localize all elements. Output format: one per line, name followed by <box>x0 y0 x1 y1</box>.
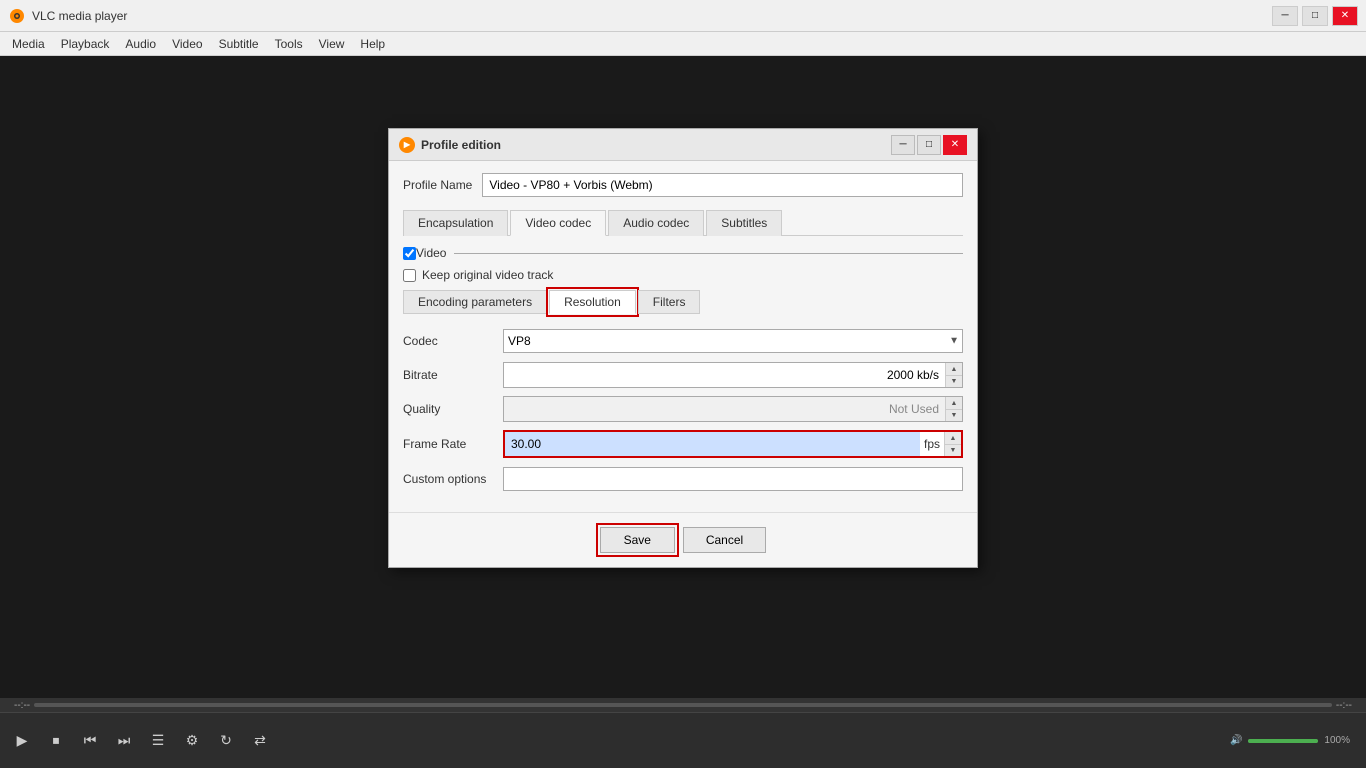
profile-name-label: Profile Name <box>403 178 472 192</box>
codec-select-wrapper: VP8 ▼ <box>503 329 963 353</box>
stop-button[interactable]: ⏹ <box>42 727 70 755</box>
framerate-spinbox: fps ▲ ▼ <box>503 430 963 458</box>
save-button[interactable]: Save <box>600 527 675 553</box>
quality-spinbox-container: ▲ ▼ <box>503 396 963 422</box>
profile-name-row: Profile Name <box>403 173 963 197</box>
video-section-header: Video <box>403 246 963 260</box>
tab-encoding-parameters[interactable]: Encoding parameters <box>403 290 547 314</box>
tab-video-codec[interactable]: Video codec <box>510 210 606 236</box>
video-divider-line <box>454 253 963 254</box>
keep-original-label: Keep original video track <box>422 268 553 282</box>
playback-controls: ▶ ⏹ ⏮ ⏭ ☰ ⚙ ↻ ⇄ <box>8 727 274 755</box>
dialog-minimize-button[interactable]: ─ <box>891 135 915 155</box>
quality-decrement-button[interactable]: ▼ <box>946 409 962 421</box>
bitrate-input[interactable] <box>504 363 945 387</box>
custom-options-control <box>503 467 963 491</box>
menu-help[interactable]: Help <box>352 35 393 53</box>
menu-audio[interactable]: Audio <box>117 35 164 53</box>
play-button[interactable]: ▶ <box>8 727 36 755</box>
dialog-maximize-button[interactable]: □ <box>917 135 941 155</box>
volume-bar[interactable] <box>1248 739 1318 743</box>
framerate-label: Frame Rate <box>403 437 503 451</box>
quality-spinbox: ▲ ▼ <box>503 396 963 422</box>
framerate-input[interactable] <box>505 432 920 456</box>
tab-encapsulation[interactable]: Encapsulation <box>403 210 508 236</box>
quality-row: Quality ▲ ▼ <box>403 396 963 422</box>
volume-fill <box>1248 739 1318 743</box>
menu-playback[interactable]: Playback <box>53 35 118 53</box>
loop-button[interactable]: ↻ <box>212 727 240 755</box>
next-button[interactable]: ⏭ <box>110 727 138 755</box>
time-left: --:-- <box>14 700 30 711</box>
custom-options-label: Custom options <box>403 472 503 486</box>
video-label: Video <box>416 246 446 260</box>
fps-unit-label: fps <box>920 432 944 456</box>
random-button[interactable]: ⇄ <box>246 727 274 755</box>
keep-original-checkbox[interactable] <box>403 269 416 282</box>
profile-name-input[interactable] <box>482 173 963 197</box>
video-checkbox[interactable] <box>403 247 416 260</box>
bitrate-increment-button[interactable]: ▲ <box>946 363 962 375</box>
dialog-body: Profile Name Encapsulation Video codec A… <box>389 161 977 512</box>
menu-subtitle[interactable]: Subtitle <box>211 35 267 53</box>
codec-row: Codec VP8 ▼ <box>403 328 963 354</box>
dialog-footer: Save Cancel <box>389 512 977 567</box>
framerate-spinbox-buttons: ▲ ▼ <box>944 432 961 456</box>
framerate-decrement-button[interactable]: ▼ <box>945 444 961 456</box>
main-tabs: Encapsulation Video codec Audio codec Su… <box>403 209 963 236</box>
volume-icon: 🔊 <box>1230 735 1242 746</box>
menu-video[interactable]: Video <box>164 35 210 53</box>
dialog-title: Profile edition <box>421 138 891 152</box>
framerate-row: Frame Rate fps ▲ ▼ <box>403 430 963 458</box>
window-controls: ─ □ ✕ <box>1272 6 1358 26</box>
codec-select[interactable]: VP8 <box>503 329 963 353</box>
codec-label: Codec <box>403 334 503 348</box>
title-bar: VLC media player ─ □ ✕ <box>0 0 1366 32</box>
cancel-button[interactable]: Cancel <box>683 527 766 553</box>
bitrate-spinbox-buttons: ▲ ▼ <box>945 363 962 387</box>
quality-increment-button[interactable]: ▲ <box>946 397 962 409</box>
bitrate-spinbox-container: ▲ ▼ <box>503 362 963 388</box>
dialog-close-button[interactable]: ✕ <box>943 135 967 155</box>
menu-bar: Media Playback Audio Video Subtitle Tool… <box>0 32 1366 56</box>
close-button[interactable]: ✕ <box>1332 6 1358 26</box>
app-icon <box>8 7 26 25</box>
quality-input[interactable] <box>504 397 945 421</box>
quality-spinbox-buttons: ▲ ▼ <box>945 397 962 421</box>
time-right: --:-- <box>1336 700 1352 711</box>
menu-tools[interactable]: Tools <box>267 35 311 53</box>
framerate-increment-button[interactable]: ▲ <box>945 432 961 444</box>
maximize-button[interactable]: □ <box>1302 6 1328 26</box>
dialog-icon: ▶ <box>399 137 415 153</box>
dialog-window-controls: ─ □ ✕ <box>891 135 967 155</box>
framerate-control: fps ▲ ▼ <box>503 430 963 458</box>
minimize-button[interactable]: ─ <box>1272 6 1298 26</box>
tab-resolution[interactable]: Resolution <box>549 290 636 314</box>
tab-audio-codec[interactable]: Audio codec <box>608 210 704 236</box>
playlist-button[interactable]: ☰ <box>144 727 172 755</box>
bitrate-label: Bitrate <box>403 368 503 382</box>
quality-label: Quality <box>403 402 503 416</box>
progress-bar-area: --:-- --:-- <box>0 698 1366 712</box>
menu-media[interactable]: Media <box>4 35 53 53</box>
encoding-tabs: Encoding parameters Resolution Filters <box>403 290 963 314</box>
bitrate-spinbox: ▲ ▼ <box>503 362 963 388</box>
keep-original-row: Keep original video track <box>403 268 963 282</box>
progress-track[interactable] <box>34 703 1332 707</box>
custom-options-input[interactable] <box>503 467 963 491</box>
dialog-title-bar: ▶ Profile edition ─ □ ✕ <box>389 129 977 161</box>
menu-view[interactable]: View <box>311 35 353 53</box>
bitrate-row: Bitrate ▲ ▼ <box>403 362 963 388</box>
profile-edition-dialog: ▶ Profile edition ─ □ ✕ Profile Name Enc… <box>388 128 978 568</box>
volume-label: 100% <box>1324 735 1350 746</box>
tab-subtitles[interactable]: Subtitles <box>706 210 782 236</box>
app-title: VLC media player <box>32 9 1272 23</box>
tab-filters[interactable]: Filters <box>638 290 701 314</box>
bitrate-decrement-button[interactable]: ▼ <box>946 375 962 387</box>
volume-area: 🔊 100% <box>1230 735 1350 746</box>
custom-options-row: Custom options <box>403 466 963 492</box>
extended-button[interactable]: ⚙ <box>178 727 206 755</box>
prev-button[interactable]: ⏮ <box>76 727 104 755</box>
bottom-toolbar: ▶ ⏹ ⏮ ⏭ ☰ ⚙ ↻ ⇄ 🔊 100% <box>0 712 1366 768</box>
